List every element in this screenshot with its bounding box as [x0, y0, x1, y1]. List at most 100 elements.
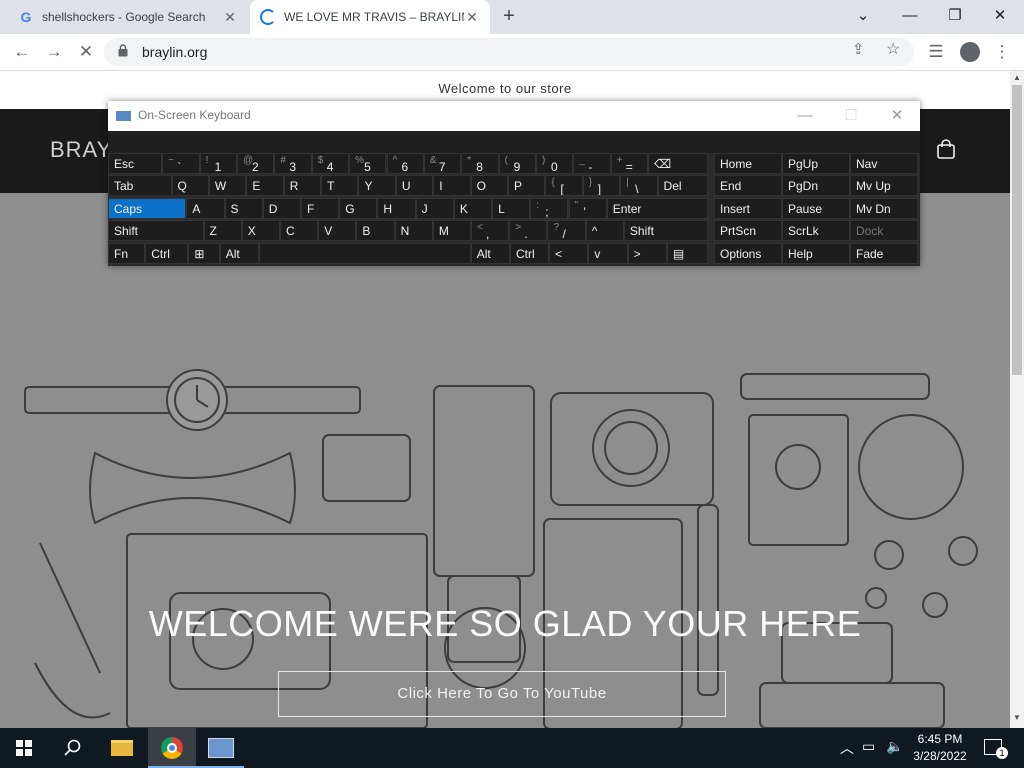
- page-scrollbar[interactable]: ▲ ▼: [1010, 71, 1024, 728]
- key-1[interactable]: ! 1: [199, 153, 237, 174]
- key-6[interactable]: ^ 6: [386, 153, 424, 174]
- key-a[interactable]: A: [186, 197, 225, 219]
- key-sym-4-10[interactable]: ▤: [666, 242, 708, 264]
- key-i[interactable]: I: [433, 175, 471, 197]
- key-key-0-12[interactable]: _ -: [573, 153, 611, 174]
- key-shift[interactable]: Shift: [623, 220, 708, 242]
- key-v[interactable]: V: [318, 220, 357, 242]
- nav-key-options[interactable]: Options: [714, 242, 782, 264]
- key-b[interactable]: B: [356, 220, 395, 242]
- new-tab-button[interactable]: +: [498, 6, 520, 28]
- key-alt[interactable]: Alt: [219, 242, 259, 264]
- key-sym-0-14[interactable]: ⌫: [648, 153, 708, 174]
- key-esc[interactable]: Esc: [108, 153, 163, 174]
- close-tab-icon[interactable]: ✕: [464, 9, 480, 25]
- key-key-0-1[interactable]: ~ `: [162, 153, 200, 174]
- nav-key-end[interactable]: End: [714, 175, 782, 197]
- key-u[interactable]: U: [395, 175, 434, 197]
- menu-kebab-icon[interactable]: ⋮: [990, 40, 1014, 64]
- close-window-button[interactable]: ✕: [986, 4, 1014, 28]
- stop-loading-button[interactable]: ✕: [74, 40, 98, 64]
- key-key-3-8[interactable]: <,: [471, 220, 510, 242]
- network-icon[interactable]: ▭: [862, 738, 875, 755]
- file-explorer-icon[interactable]: [98, 728, 146, 768]
- key-ctrl[interactable]: Ctrl: [509, 242, 550, 264]
- back-button[interactable]: ←: [10, 40, 34, 64]
- key-key-2-10[interactable]: :;: [530, 197, 569, 219]
- clock-time[interactable]: 6:45 PM: [905, 732, 975, 746]
- reading-list-icon[interactable]: ☰: [924, 40, 948, 64]
- minimize-button[interactable]: —: [896, 4, 924, 28]
- key-t[interactable]: T: [321, 175, 359, 197]
- key-f[interactable]: F: [300, 197, 340, 219]
- tab-braylin[interactable]: WE LOVE MR TRAVIS – BRAYLIN.O ✕: [250, 0, 490, 34]
- youtube-link-button[interactable]: Click Here To Go To YouTube: [278, 671, 726, 717]
- key-key-1-12[interactable]: }]: [582, 175, 621, 197]
- nav-key-fade[interactable]: Fade: [850, 242, 918, 264]
- key-sym-4-9[interactable]: >: [627, 242, 667, 264]
- key-2[interactable]: @2: [236, 153, 275, 174]
- key-key-1-13[interactable]: | \: [620, 175, 658, 197]
- tab-google-search[interactable]: G shellshockers - Google Search ✕: [8, 0, 248, 34]
- address-bar[interactable]: braylin.org ⇪ ☆: [104, 38, 914, 66]
- windows-start-icon[interactable]: [16, 740, 32, 756]
- key-enter[interactable]: Enter: [606, 197, 708, 219]
- key-x[interactable]: X: [241, 220, 280, 242]
- key-g[interactable]: G: [339, 197, 378, 219]
- osk-close-button[interactable]: ✕: [882, 105, 912, 127]
- key-s[interactable]: S: [224, 197, 263, 219]
- key-c[interactable]: C: [279, 220, 319, 242]
- clock-date[interactable]: 3/28/2022: [905, 749, 975, 763]
- key-space[interactable]: [258, 242, 471, 264]
- bookmark-star-icon[interactable]: ☆: [886, 39, 900, 59]
- nav-key-pgup[interactable]: PgUp: [782, 153, 850, 174]
- scroll-down-arrow-icon[interactable]: ▼: [1013, 713, 1021, 722]
- key-k[interactable]: K: [453, 197, 493, 219]
- key-p[interactable]: P: [508, 175, 546, 197]
- scroll-up-arrow-icon[interactable]: ▲: [1013, 73, 1021, 82]
- profile-avatar[interactable]: [960, 42, 980, 62]
- key-shift[interactable]: Shift: [108, 220, 204, 242]
- key-w[interactable]: W: [208, 175, 247, 197]
- nav-key-insert[interactable]: Insert: [714, 197, 782, 219]
- key-e[interactable]: E: [246, 175, 284, 197]
- key-5[interactable]: % 5: [349, 153, 387, 174]
- key-h[interactable]: H: [377, 197, 416, 219]
- nav-key-pause[interactable]: Pause: [782, 197, 850, 219]
- key-d[interactable]: D: [262, 197, 301, 219]
- key-sym-4-2[interactable]: ⊞: [188, 242, 220, 264]
- osk-title-bar[interactable]: On-Screen Keyboard — ☐ ✕: [108, 101, 920, 131]
- nav-key-pgdn[interactable]: PgDn: [782, 175, 850, 197]
- key-key-0-13[interactable]: + =: [610, 153, 649, 174]
- scrollbar-thumb[interactable]: [1012, 85, 1022, 375]
- key-l[interactable]: L: [492, 197, 531, 219]
- key-fn[interactable]: Fn: [108, 242, 146, 264]
- key-ctrl[interactable]: Ctrl: [145, 242, 189, 264]
- key-del[interactable]: Del: [657, 175, 708, 197]
- osk-taskbar-icon[interactable]: [196, 728, 244, 768]
- key-m[interactable]: M: [432, 220, 472, 242]
- volume-icon[interactable]: 🔈: [886, 738, 903, 755]
- key-o[interactable]: O: [470, 175, 508, 197]
- key-j[interactable]: J: [415, 197, 454, 219]
- chrome-taskbar-icon[interactable]: [148, 728, 196, 768]
- key-q[interactable]: Q: [171, 175, 209, 197]
- key-7[interactable]: & 7: [423, 153, 462, 174]
- show-hidden-icons-chevron[interactable]: ︿: [840, 738, 854, 758]
- close-tab-icon[interactable]: ✕: [222, 9, 238, 25]
- nav-key-mv-dn[interactable]: Mv Dn: [850, 197, 918, 219]
- key-z[interactable]: Z: [203, 220, 242, 242]
- key-3[interactable]: #3: [274, 153, 312, 174]
- key-alt[interactable]: Alt: [470, 242, 510, 264]
- key-key-2-11[interactable]: " ': [568, 197, 607, 219]
- key-n[interactable]: N: [394, 220, 433, 242]
- nav-key-scrlk[interactable]: ScrLk: [782, 220, 850, 242]
- nav-key-home[interactable]: Home: [714, 153, 782, 174]
- nav-key-mv-up[interactable]: Mv Up: [850, 175, 918, 197]
- cart-icon[interactable]: [936, 139, 956, 159]
- key-0[interactable]: ) 0: [536, 153, 574, 174]
- osk-minimize-button[interactable]: —: [790, 105, 820, 127]
- share-icon[interactable]: ⇪: [852, 40, 865, 58]
- key-9[interactable]: (9: [498, 153, 537, 174]
- key-sym-3-11[interactable]: ^: [585, 220, 624, 242]
